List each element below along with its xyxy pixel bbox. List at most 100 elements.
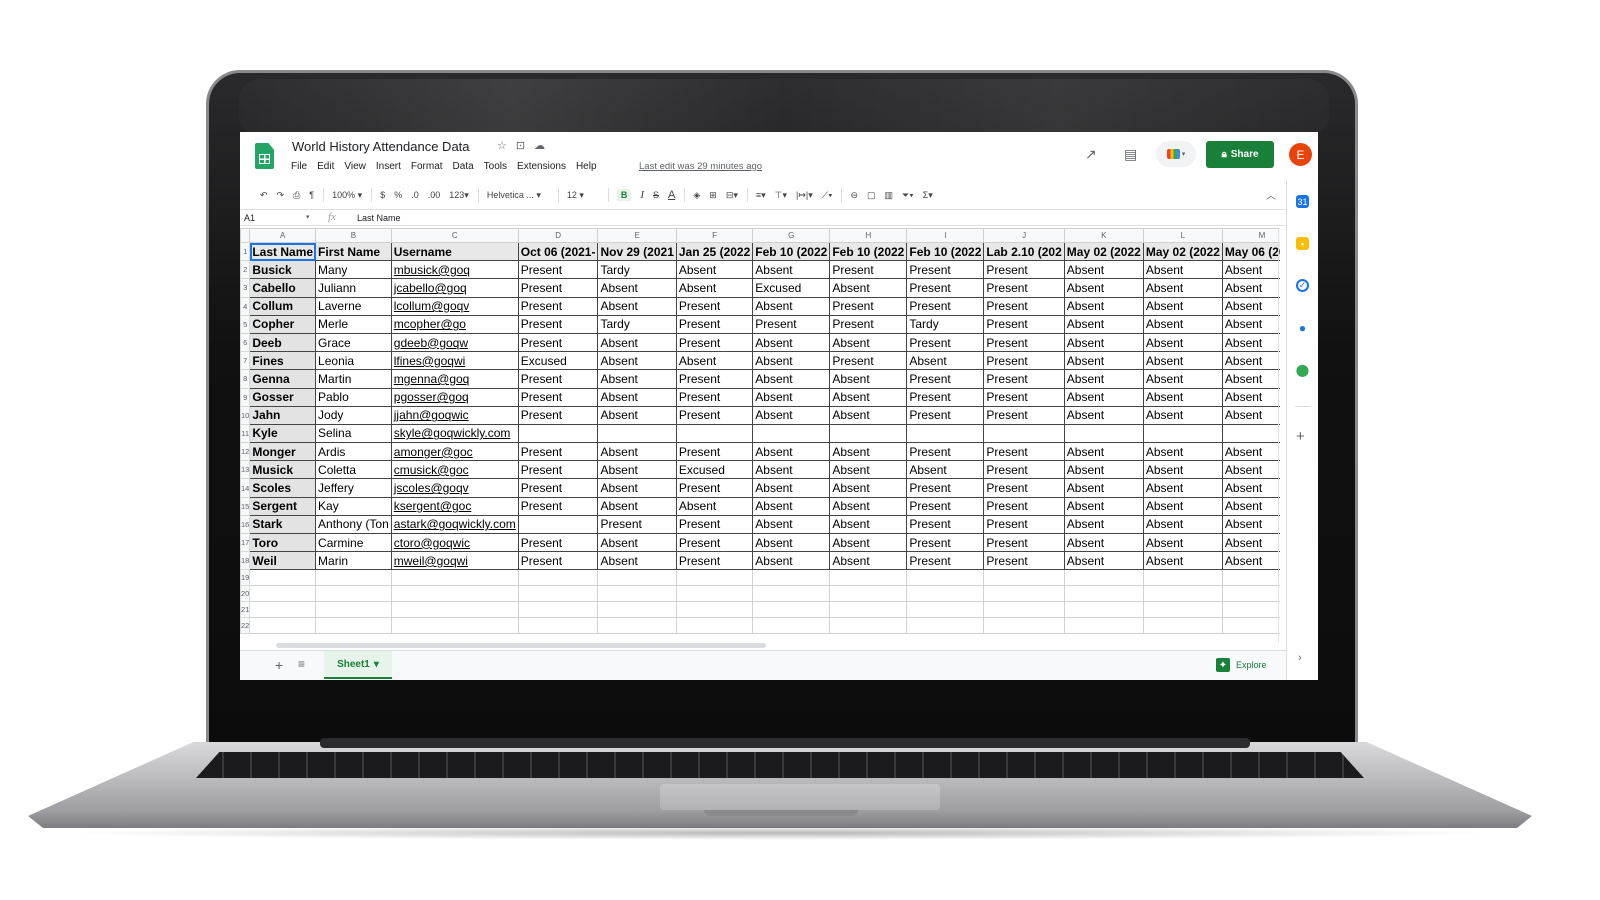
attendance-cell[interactable]: Absent (752, 369, 831, 389)
attendance-cell[interactable] (983, 423, 1065, 444)
attendance-cell[interactable]: Absent (1142, 460, 1223, 480)
menu-item-view[interactable]: View (344, 161, 366, 172)
attendance-cell[interactable]: Excused (752, 278, 831, 298)
sheet-grid[interactable]: A B C D E F G H I J K L M 1 Last Name First Name Usernam… (240, 228, 1280, 642)
attendance-cell[interactable]: Absent (1221, 442, 1280, 462)
attendance-cell[interactable]: Absent (1221, 387, 1280, 407)
attendance-cell[interactable]: Absent (752, 405, 831, 425)
last-name-cell[interactable]: Jahn (249, 405, 317, 425)
first-name-cell[interactable]: Kay (315, 496, 392, 516)
attendance-cell[interactable]: Absent (829, 369, 908, 389)
empty-cell[interactable] (983, 601, 1065, 619)
row-number[interactable]: 3 (240, 278, 251, 298)
column-header-h[interactable]: H (829, 228, 908, 243)
empty-cell[interactable] (315, 601, 392, 619)
row-number[interactable]: 17 (240, 532, 251, 553)
attendance-cell[interactable]: Present (675, 369, 754, 389)
empty-cell[interactable] (249, 601, 317, 619)
empty-cell[interactable] (983, 617, 1065, 635)
row-number[interactable]: 7 (240, 351, 251, 371)
last-name-cell[interactable]: Sergent (249, 496, 317, 516)
attendance-cell[interactable]: Present (675, 405, 754, 425)
first-name-cell[interactable]: Selina (315, 423, 392, 444)
print-icon[interactable]: ⎙ (293, 190, 300, 201)
attendance-cell[interactable]: Absent (1221, 532, 1280, 553)
attendance-cell[interactable]: Absent (752, 351, 831, 371)
attendance-cell[interactable]: Present (517, 296, 599, 316)
column-header-d[interactable]: D (517, 228, 599, 243)
attendance-cell[interactable]: Absent (752, 260, 831, 280)
column-header-a[interactable]: A (249, 228, 317, 243)
header-cell[interactable]: Feb 10 (2022 (752, 241, 831, 262)
attendance-cell[interactable]: Absent (1142, 332, 1223, 353)
menu-item-tools[interactable]: Tools (484, 161, 507, 172)
username-cell[interactable]: jscoles@goqv (390, 478, 519, 498)
empty-cell[interactable] (517, 585, 599, 603)
attendance-cell[interactable]: Present (983, 496, 1065, 516)
first-name-cell[interactable]: Many (315, 260, 392, 280)
attendance-cell[interactable]: Absent (597, 332, 677, 353)
last-edit-link[interactable]: Last edit was 29 minutes ago (639, 161, 762, 172)
folder-icon[interactable]: ⊡ (516, 139, 525, 152)
attendance-cell[interactable]: Excused (675, 460, 754, 480)
attendance-cell[interactable]: Absent (1142, 369, 1223, 389)
attendance-cell[interactable]: Present (906, 296, 985, 316)
empty-cell[interactable] (390, 585, 519, 603)
empty-cell[interactable] (983, 585, 1065, 603)
attendance-cell[interactable]: Absent (1063, 442, 1144, 462)
attendance-cell[interactable]: Absent (675, 278, 754, 298)
attendance-cell[interactable]: Absent (1063, 551, 1144, 571)
attendance-cell[interactable]: Present (983, 260, 1065, 280)
attendance-cell[interactable]: Absent (597, 460, 677, 480)
borders-icon[interactable]: ⊞ (709, 190, 717, 201)
attendance-cell[interactable]: Absent (1063, 369, 1144, 389)
username-cell[interactable]: lcollum@goqv (390, 296, 519, 316)
empty-cell[interactable] (829, 585, 908, 603)
attendance-cell[interactable]: Absent (906, 351, 985, 371)
attendance-cell[interactable]: Present (983, 369, 1065, 389)
attendance-cell[interactable]: Absent (1063, 460, 1144, 480)
username-cell[interactable]: mbusick@goq (390, 260, 519, 280)
attendance-cell[interactable]: Present (906, 442, 985, 462)
row-number[interactable]: 15 (240, 496, 251, 516)
attendance-cell[interactable]: Present (517, 369, 599, 389)
paint-format-icon[interactable]: ¶ (309, 190, 314, 200)
username-cell[interactable]: jcabello@goq (390, 278, 519, 298)
column-header-g[interactable]: G (752, 228, 831, 243)
add-sheet-icon[interactable]: + (275, 657, 283, 673)
attendance-cell[interactable]: Tardy (597, 260, 677, 280)
attendance-cell[interactable]: Present (906, 405, 985, 425)
avatar[interactable]: E (1289, 143, 1312, 166)
row-number[interactable]: 4 (240, 296, 251, 316)
attendance-cell[interactable]: Present (983, 405, 1065, 425)
attendance-cell[interactable]: Absent (675, 351, 754, 371)
horizontal-scrollbar[interactable] (276, 643, 766, 648)
attendance-cell[interactable]: Present (597, 514, 677, 535)
attendance-cell[interactable]: Absent (1142, 478, 1223, 498)
attendance-cell[interactable]: Present (906, 551, 985, 571)
empty-cell[interactable] (517, 569, 599, 587)
attendance-cell[interactable]: Absent (1142, 351, 1223, 371)
menu-item-format[interactable]: Format (411, 161, 443, 172)
font-select[interactable]: Helvetica ... ▾ (487, 190, 549, 201)
menu-item-data[interactable]: Data (453, 161, 474, 172)
username-cell[interactable]: ksergent@goc (390, 496, 519, 516)
attendance-cell[interactable]: Absent (1142, 496, 1223, 516)
sheets-logo-icon[interactable] (255, 143, 274, 169)
empty-cell[interactable] (315, 585, 392, 603)
empty-cell[interactable] (1063, 601, 1144, 619)
attendance-cell[interactable] (517, 423, 599, 444)
row-number[interactable]: 5 (240, 314, 251, 334)
attendance-cell[interactable]: Absent (1142, 260, 1223, 280)
username-cell[interactable]: mweil@goqwi (390, 551, 519, 571)
share-button[interactable]: 🔒︎ Share (1206, 141, 1274, 168)
attendance-cell[interactable]: Present (983, 532, 1065, 553)
empty-cell[interactable] (390, 569, 519, 587)
calendar-icon[interactable]: 31 (1296, 195, 1309, 208)
undo-icon[interactable]: ↶ (260, 190, 268, 201)
attendance-cell[interactable]: Present (517, 260, 599, 280)
last-name-cell[interactable]: Monger (249, 442, 317, 462)
menu-item-edit[interactable]: Edit (317, 161, 334, 172)
cloud-icon[interactable]: ☁ (534, 139, 545, 152)
attendance-cell[interactable]: Present (983, 551, 1065, 571)
